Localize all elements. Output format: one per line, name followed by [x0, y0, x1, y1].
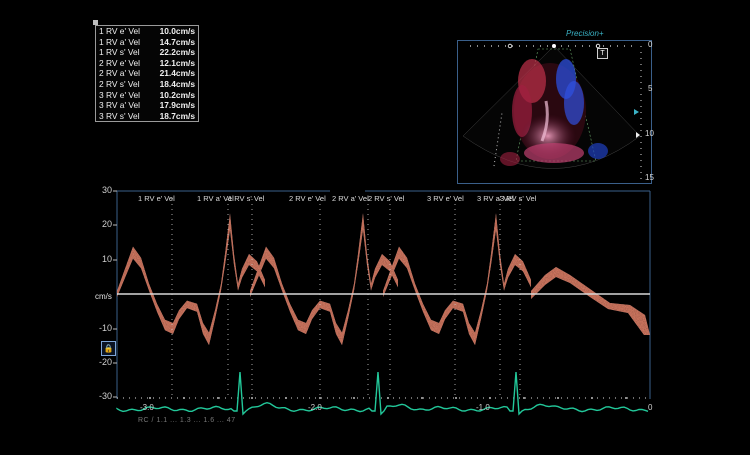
measurement-row[interactable]: 3 RV e' Vel 10.2cm/s — [96, 90, 198, 101]
tdi-beat — [250, 213, 398, 346]
time-dot — [183, 397, 185, 399]
tdi-beat — [531, 267, 650, 335]
event-label[interactable]: 1 RV s' Vel — [228, 194, 264, 203]
measurement-value: 12.1cm/s — [159, 57, 195, 68]
measurement-value: 22.2cm/s — [159, 47, 195, 58]
time-tick: -1.0 — [476, 403, 490, 412]
measurement-label: 1 RV s' Vel — [99, 47, 140, 58]
measurement-row[interactable]: 1 RV a' Vel 14.7cm/s — [96, 37, 198, 48]
velocity-unit: cm/s — [95, 292, 112, 301]
precision-mode-label: Precision+ — [566, 29, 604, 38]
color-doppler-image[interactable] — [457, 40, 652, 184]
event-label[interactable]: 1 RV e' Vel — [138, 194, 175, 203]
measurement-label: 3 RV s' Vel — [99, 110, 140, 121]
time-tick: 0 — [648, 403, 653, 412]
measurement-row[interactable]: 3 RV a' Vel 17.9cm/s — [96, 100, 198, 111]
measurement-value: 21.4cm/s — [159, 68, 195, 79]
depth-tick: 10 — [645, 129, 654, 138]
measurement-label: 2 RV s' Vel — [99, 78, 140, 89]
y-tick: -30 — [98, 391, 112, 401]
time-dot — [591, 397, 593, 399]
time-tick: -3.0 — [140, 403, 154, 412]
y-tick: -20 — [98, 357, 112, 367]
tdi-beat — [117, 213, 265, 346]
measurement-row[interactable]: 2 RV s' Vel 18.4cm/s — [96, 79, 198, 90]
time-dot — [523, 397, 525, 399]
tdi-spectrum — [113, 190, 651, 416]
time-dot — [319, 397, 321, 399]
time-dot — [217, 397, 219, 399]
time-dot — [557, 397, 559, 399]
tdi-beat — [383, 213, 531, 346]
time-dot — [285, 397, 287, 399]
depth-tick: 0 — [648, 40, 653, 49]
tissue-doppler-strip[interactable]: 30 20 10 -10 -20 -30 cm/s 🔒 1 RV e' Vel … — [0, 185, 750, 450]
sector-image — [462, 43, 642, 181]
measurement-row[interactable]: 2 RV a' Vel 21.4cm/s — [96, 68, 198, 79]
time-dot — [625, 397, 627, 399]
ecg-trace — [116, 371, 649, 416]
transmit-t-icon[interactable]: T — [597, 48, 608, 59]
time-dot — [489, 397, 491, 399]
time-dot — [455, 397, 457, 399]
event-label[interactable]: 2 RV a' Vel — [332, 194, 369, 203]
measurement-value: 10.2cm/s — [159, 89, 195, 100]
measurement-value: 10.0cm/s — [159, 26, 195, 36]
measurement-value: 18.7cm/s — [159, 110, 195, 121]
lock-icon[interactable]: 🔒 — [101, 341, 116, 356]
time-dot — [353, 397, 355, 399]
measurement-row[interactable]: 1 RV e' Vel 10.0cm/s — [96, 26, 198, 37]
depth-tick: 5 — [648, 84, 653, 93]
measurement-label: 2 RV e' Vel — [99, 57, 141, 68]
time-tick: -2.0 — [308, 403, 322, 412]
event-label[interactable]: 2 RV e' Vel — [289, 194, 326, 203]
time-dot — [421, 397, 423, 399]
y-tick: 30 — [101, 185, 112, 195]
measurement-table: 1 RV e' Vel 10.0cm/s 1 RV a' Vel 14.7cm/s … — [95, 25, 199, 123]
measurement-value: 18.4cm/s — [159, 78, 195, 89]
measurement-value: 14.7cm/s — [159, 36, 195, 47]
time-dot — [251, 397, 253, 399]
y-tick: 10 — [101, 254, 112, 264]
measurement-label: 3 RV a' Vel — [99, 100, 141, 111]
measurement-row[interactable]: 3 RV s' Vel 18.7cm/s — [96, 111, 198, 122]
y-tick: -10 — [98, 323, 112, 333]
time-dot — [387, 397, 389, 399]
event-label[interactable]: 3 RV e' Vel — [427, 194, 464, 203]
measurement-row[interactable]: 2 RV e' Vel 12.1cm/s — [96, 58, 198, 69]
depth-tick: 15 — [645, 173, 654, 182]
measurement-row[interactable]: 1 RV s' Vel 22.2cm/s — [96, 47, 198, 58]
tdi-waveform — [117, 213, 650, 346]
time-dot — [149, 397, 151, 399]
event-label[interactable]: 3 RV s' Vel — [500, 194, 536, 203]
y-tick: 20 — [101, 219, 112, 229]
acquisition-info: RC / 1.1 ... 1.3 ... 1.6 ... 47 — [138, 417, 236, 424]
measurement-label: 3 RV e' Vel — [99, 89, 141, 100]
measurement-value: 17.9cm/s — [159, 100, 195, 111]
measurement-label: 1 RV a' Vel — [99, 36, 141, 47]
measurement-label: 2 RV a' Vel — [99, 68, 141, 79]
event-label[interactable]: 2 RV s' Vel — [368, 194, 404, 203]
measurement-label: 1 RV e' Vel — [99, 26, 141, 36]
focus-marker-icon[interactable] — [634, 109, 639, 115]
